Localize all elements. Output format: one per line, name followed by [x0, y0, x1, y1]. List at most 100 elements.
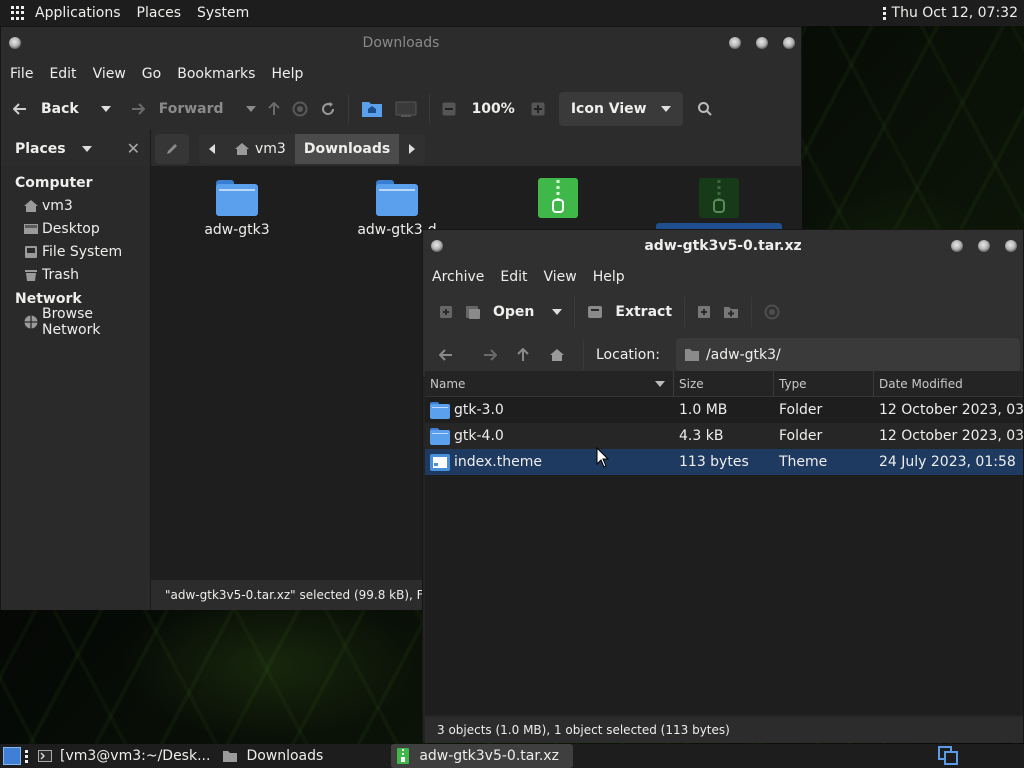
new-archive-button[interactable]	[433, 296, 459, 328]
folder-icon	[430, 427, 450, 445]
breadcrumb-forward-button[interactable]	[399, 134, 425, 164]
applications-menu[interactable]: Applications	[27, 5, 129, 21]
toolbar-separator	[751, 297, 753, 327]
close-button[interactable]	[1005, 240, 1017, 252]
minimize-button[interactable]	[729, 37, 741, 49]
show-desktop-icon[interactable]	[3, 747, 21, 765]
minimize-button[interactable]	[951, 240, 963, 252]
stop-icon	[292, 101, 308, 117]
stop-button[interactable]	[286, 93, 314, 125]
close-button[interactable]	[783, 37, 795, 49]
close-sidebar-icon[interactable]: ✕	[127, 139, 140, 158]
kebab-menu-icon[interactable]	[25, 749, 28, 763]
up-button[interactable]	[262, 93, 286, 125]
open-label: Open	[493, 304, 535, 320]
menu-go[interactable]: Go	[134, 66, 169, 82]
table-row[interactable]: gtk-4.0 4.3 kB Folder 12 October 2023, 0…	[425, 423, 1023, 449]
file-item-selected[interactable]	[659, 178, 779, 222]
column-header-date[interactable]: Date Modified	[874, 371, 1023, 396]
table-row[interactable]: gtk-3.0 1.0 MB Folder 12 October 2023, 0…	[425, 397, 1023, 423]
zoom-out-icon	[442, 102, 456, 116]
task-downloads[interactable]: Downloads	[216, 744, 329, 768]
top-panel: Applications Places System Thu Oct 12, 0…	[0, 0, 1024, 26]
menu-edit[interactable]: Edit	[41, 66, 84, 82]
view-mode-label: Icon View	[570, 101, 647, 117]
location-value: /adw-gtk3/	[705, 346, 781, 363]
forward-button[interactable]	[477, 339, 503, 371]
home-icon	[235, 142, 249, 155]
toolbar: Back Forward 100% Icon View	[1, 89, 801, 129]
titlebar[interactable]: Downloads	[1, 27, 801, 59]
stop-button[interactable]	[758, 296, 786, 328]
clock[interactable]: Thu Oct 12, 07:32	[892, 5, 1018, 21]
clock-area[interactable]: Thu Oct 12, 07:32	[882, 5, 1024, 21]
file-item[interactable]: adw-gtk3	[177, 180, 297, 238]
search-button[interactable]	[691, 93, 719, 125]
column-header-size[interactable]: Size	[674, 371, 774, 396]
reload-button[interactable]	[314, 93, 342, 125]
menu-view[interactable]: View	[85, 66, 134, 82]
zoom-level[interactable]: 100%	[462, 93, 525, 125]
places-menu[interactable]: Places	[129, 5, 190, 21]
back-button[interactable]: Back	[7, 93, 117, 125]
add-file-icon	[698, 306, 711, 318]
file-item[interactable]	[498, 178, 618, 222]
task-terminal[interactable]: [vm3@vm3:~/Desk...	[32, 744, 216, 768]
sidebar-item-trash[interactable]: Trash	[1, 263, 150, 286]
menu-file[interactable]: File	[2, 66, 41, 82]
window-menu-button[interactable]	[9, 37, 21, 49]
toolbar-separator	[574, 297, 576, 327]
menu-help[interactable]: Help	[263, 66, 311, 82]
menu-view[interactable]: View	[536, 269, 585, 285]
chevron-down-icon	[660, 106, 671, 112]
breadcrumb-home[interactable]: vm3	[225, 134, 295, 164]
computer-button[interactable]	[389, 93, 423, 125]
system-menu[interactable]: System	[189, 5, 257, 21]
archive-icon	[538, 178, 578, 218]
menu-archive[interactable]: Archive	[424, 269, 492, 285]
sidebar-selector[interactable]: Places ✕	[1, 128, 151, 169]
menu-help[interactable]: Help	[585, 269, 633, 285]
chevron-left-icon	[209, 143, 215, 154]
sidebar-item-browse-network[interactable]: Browse Network	[1, 306, 150, 338]
archive-icon	[397, 748, 410, 764]
back-button[interactable]	[433, 339, 459, 371]
zoom-in-button[interactable]	[525, 93, 551, 125]
column-header-type[interactable]: Type	[774, 371, 874, 396]
new-archive-icon	[440, 306, 452, 318]
sidebar-item-label: File System	[42, 243, 123, 260]
maximize-button[interactable]	[978, 240, 990, 252]
open-button[interactable]: Open	[459, 296, 568, 328]
sidebar-item-desktop[interactable]: Desktop	[1, 217, 150, 240]
sidebar-item-vm3[interactable]: vm3	[1, 194, 150, 217]
add-folder-button[interactable]	[717, 296, 745, 328]
arrow-right-icon	[131, 103, 145, 115]
column-header-name[interactable]: Name	[425, 371, 674, 396]
edit-location-button[interactable]	[155, 133, 189, 164]
breadcrumb-back-button[interactable]	[199, 134, 225, 164]
extract-button[interactable]: Extract	[581, 296, 678, 328]
titlebar[interactable]: adw-gtk3v5-0.tar.xz	[423, 230, 1023, 262]
chevron-down-icon	[100, 106, 111, 112]
task-archive[interactable]: adw-gtk3v5-0.tar.xz	[391, 744, 573, 768]
window-menu-button[interactable]	[431, 240, 443, 252]
up-button[interactable]	[511, 339, 535, 371]
forward-button[interactable]: Forward	[125, 93, 262, 125]
view-mode-select[interactable]: Icon View	[558, 92, 683, 126]
home-button[interactable]	[543, 339, 571, 371]
table-row-selected[interactable]: index.theme 113 bytes Theme 24 July 2023…	[425, 449, 1023, 475]
add-files-button[interactable]	[691, 296, 717, 328]
breadcrumb-home-label: vm3	[255, 140, 286, 157]
maximize-button[interactable]	[756, 37, 768, 49]
menu-edit[interactable]: Edit	[492, 269, 535, 285]
apps-grid-icon[interactable]	[11, 6, 25, 20]
row-date: 12 October 2023, 03:03	[879, 428, 1023, 444]
menu-bookmarks[interactable]: Bookmarks	[169, 66, 263, 82]
kebab-menu-icon[interactable]	[882, 6, 886, 20]
sidebar-item-filesystem[interactable]: File System	[1, 240, 150, 263]
location-field[interactable]: /adw-gtk3/	[675, 337, 1020, 372]
home-folder-button[interactable]	[355, 93, 389, 125]
workspace-switcher-icon[interactable]	[938, 746, 960, 766]
zoom-out-button[interactable]	[436, 93, 462, 125]
breadcrumb-downloads[interactable]: Downloads	[294, 133, 400, 164]
